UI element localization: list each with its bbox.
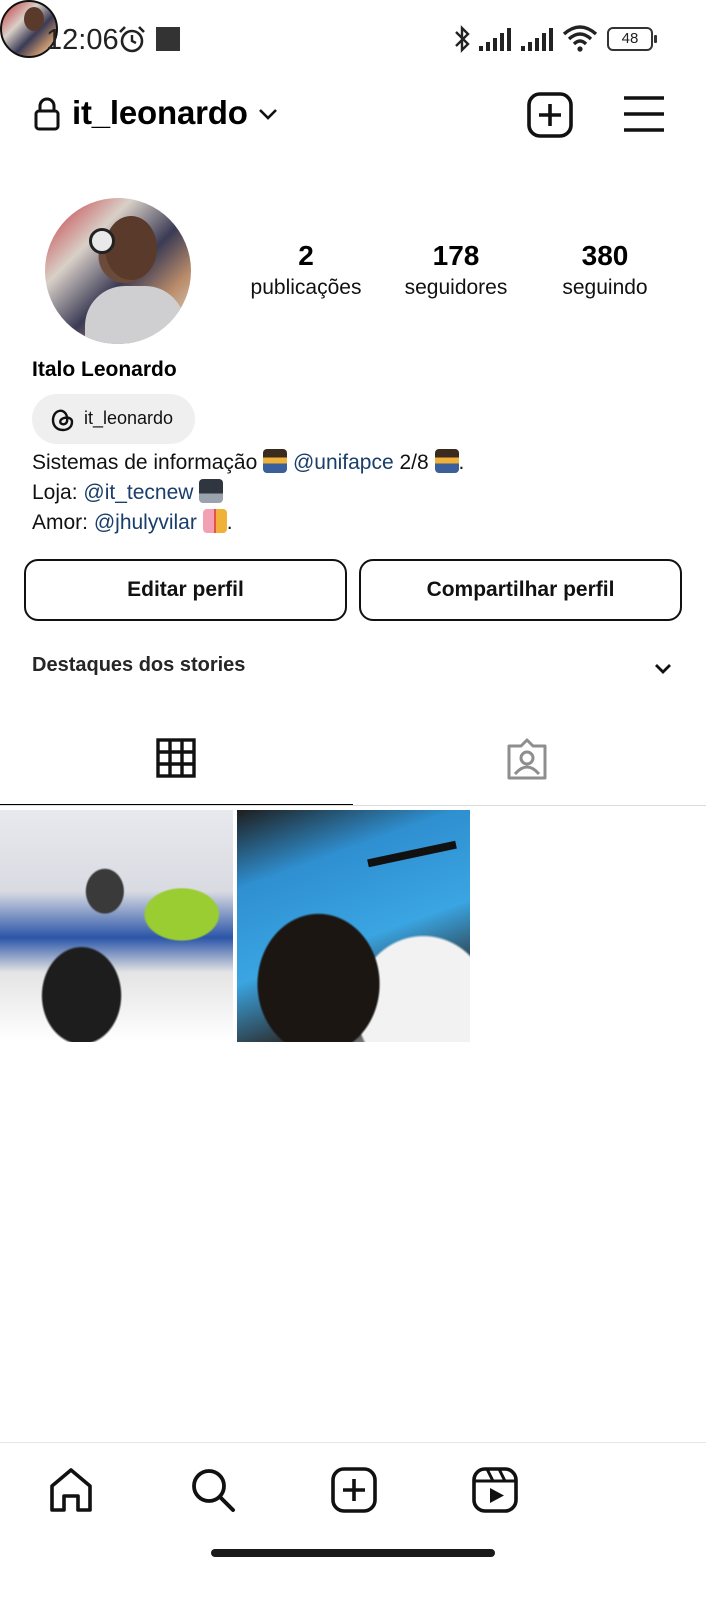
- mention-link[interactable]: @unifapce: [293, 451, 394, 474]
- bio-line: Loja: @it_tecnew: [32, 478, 692, 508]
- alarm-icon: [119, 26, 145, 53]
- threads-badge[interactable]: it_leonardo: [32, 394, 195, 444]
- bio-text: Sistemas de informação: [32, 451, 264, 474]
- story-highlights-label[interactable]: Destaques dos stories: [32, 654, 245, 677]
- mention-link[interactable]: @it_tecnew: [83, 481, 193, 504]
- kiss-couple-emoji: [202, 509, 227, 533]
- edit-profile-button[interactable]: Editar perfil: [24, 559, 347, 621]
- notification-square-icon: [156, 27, 180, 51]
- signal-icon: [479, 28, 511, 51]
- bio-text: 2/8: [393, 451, 435, 474]
- stat-following[interactable]: 380 seguindo: [530, 240, 680, 300]
- mention-link[interactable]: @jhulyvilar: [94, 511, 197, 534]
- tagged-icon: [507, 738, 547, 780]
- bio-line: Sistemas de informação @unifapce 2/8 .: [32, 449, 465, 474]
- profile-avatar[interactable]: [45, 198, 191, 344]
- tab-tagged[interactable]: [353, 718, 706, 806]
- stat-followers[interactable]: 178 seguidores: [381, 240, 531, 300]
- tab-posts-grid[interactable]: [0, 718, 353, 806]
- profile-header: it_leonardo: [0, 80, 720, 150]
- threads-icon: [51, 409, 74, 432]
- technologist-emoji: [434, 449, 459, 473]
- battery-level: 48: [621, 30, 639, 47]
- post-thumbnail[interactable]: [0, 810, 233, 1042]
- create-icon[interactable]: [330, 1466, 378, 1514]
- profile-full-name: Italo Leonardo: [32, 358, 177, 381]
- status-bar: 12:06 48: [0, 0, 720, 80]
- stat-label: publicações: [250, 276, 362, 299]
- technologist-emoji: [263, 449, 288, 473]
- stat-posts[interactable]: 2 publicações: [231, 240, 381, 300]
- bio-text: Loja:: [32, 481, 84, 504]
- chevron-down-icon[interactable]: [256, 102, 280, 126]
- stat-value: 178: [432, 240, 480, 271]
- grid-icon: [156, 738, 196, 778]
- stat-value: 2: [298, 240, 314, 271]
- signal-icon: [521, 28, 553, 51]
- account-username[interactable]: it_leonardo: [72, 94, 248, 132]
- new-post-icon[interactable]: [527, 92, 573, 138]
- bio-text: Amor:: [32, 511, 94, 534]
- search-icon[interactable]: [189, 1466, 237, 1514]
- reels-icon[interactable]: [471, 1466, 519, 1514]
- share-profile-button[interactable]: Compartilhar perfil: [359, 559, 682, 621]
- home-indicator[interactable]: [211, 1549, 495, 1557]
- bio-line: Amor: @jhulyvilar .: [32, 508, 692, 538]
- menu-icon[interactable]: [622, 94, 666, 134]
- bottom-nav-divider: [0, 1442, 706, 1443]
- stat-label: seguindo: [562, 276, 648, 299]
- chevron-down-icon[interactable]: [651, 657, 675, 681]
- status-time: 12:06: [46, 24, 119, 56]
- bio-text: .: [226, 511, 233, 534]
- threads-handle: it_leonardo: [84, 408, 174, 428]
- stat-value: 380: [581, 240, 629, 271]
- battery-icon: 48: [607, 27, 657, 51]
- stat-label: seguidores: [404, 276, 508, 299]
- tabs-divider: [0, 805, 706, 806]
- lock-icon: [34, 97, 60, 131]
- post-thumbnail[interactable]: [237, 810, 470, 1042]
- wifi-icon: [562, 25, 598, 52]
- bluetooth-icon: [455, 25, 470, 53]
- profile-bio: Sistemas de informação @unifapce 2/8 . L…: [32, 448, 692, 538]
- home-icon[interactable]: [47, 1466, 95, 1514]
- laptop-emoji: [199, 479, 224, 503]
